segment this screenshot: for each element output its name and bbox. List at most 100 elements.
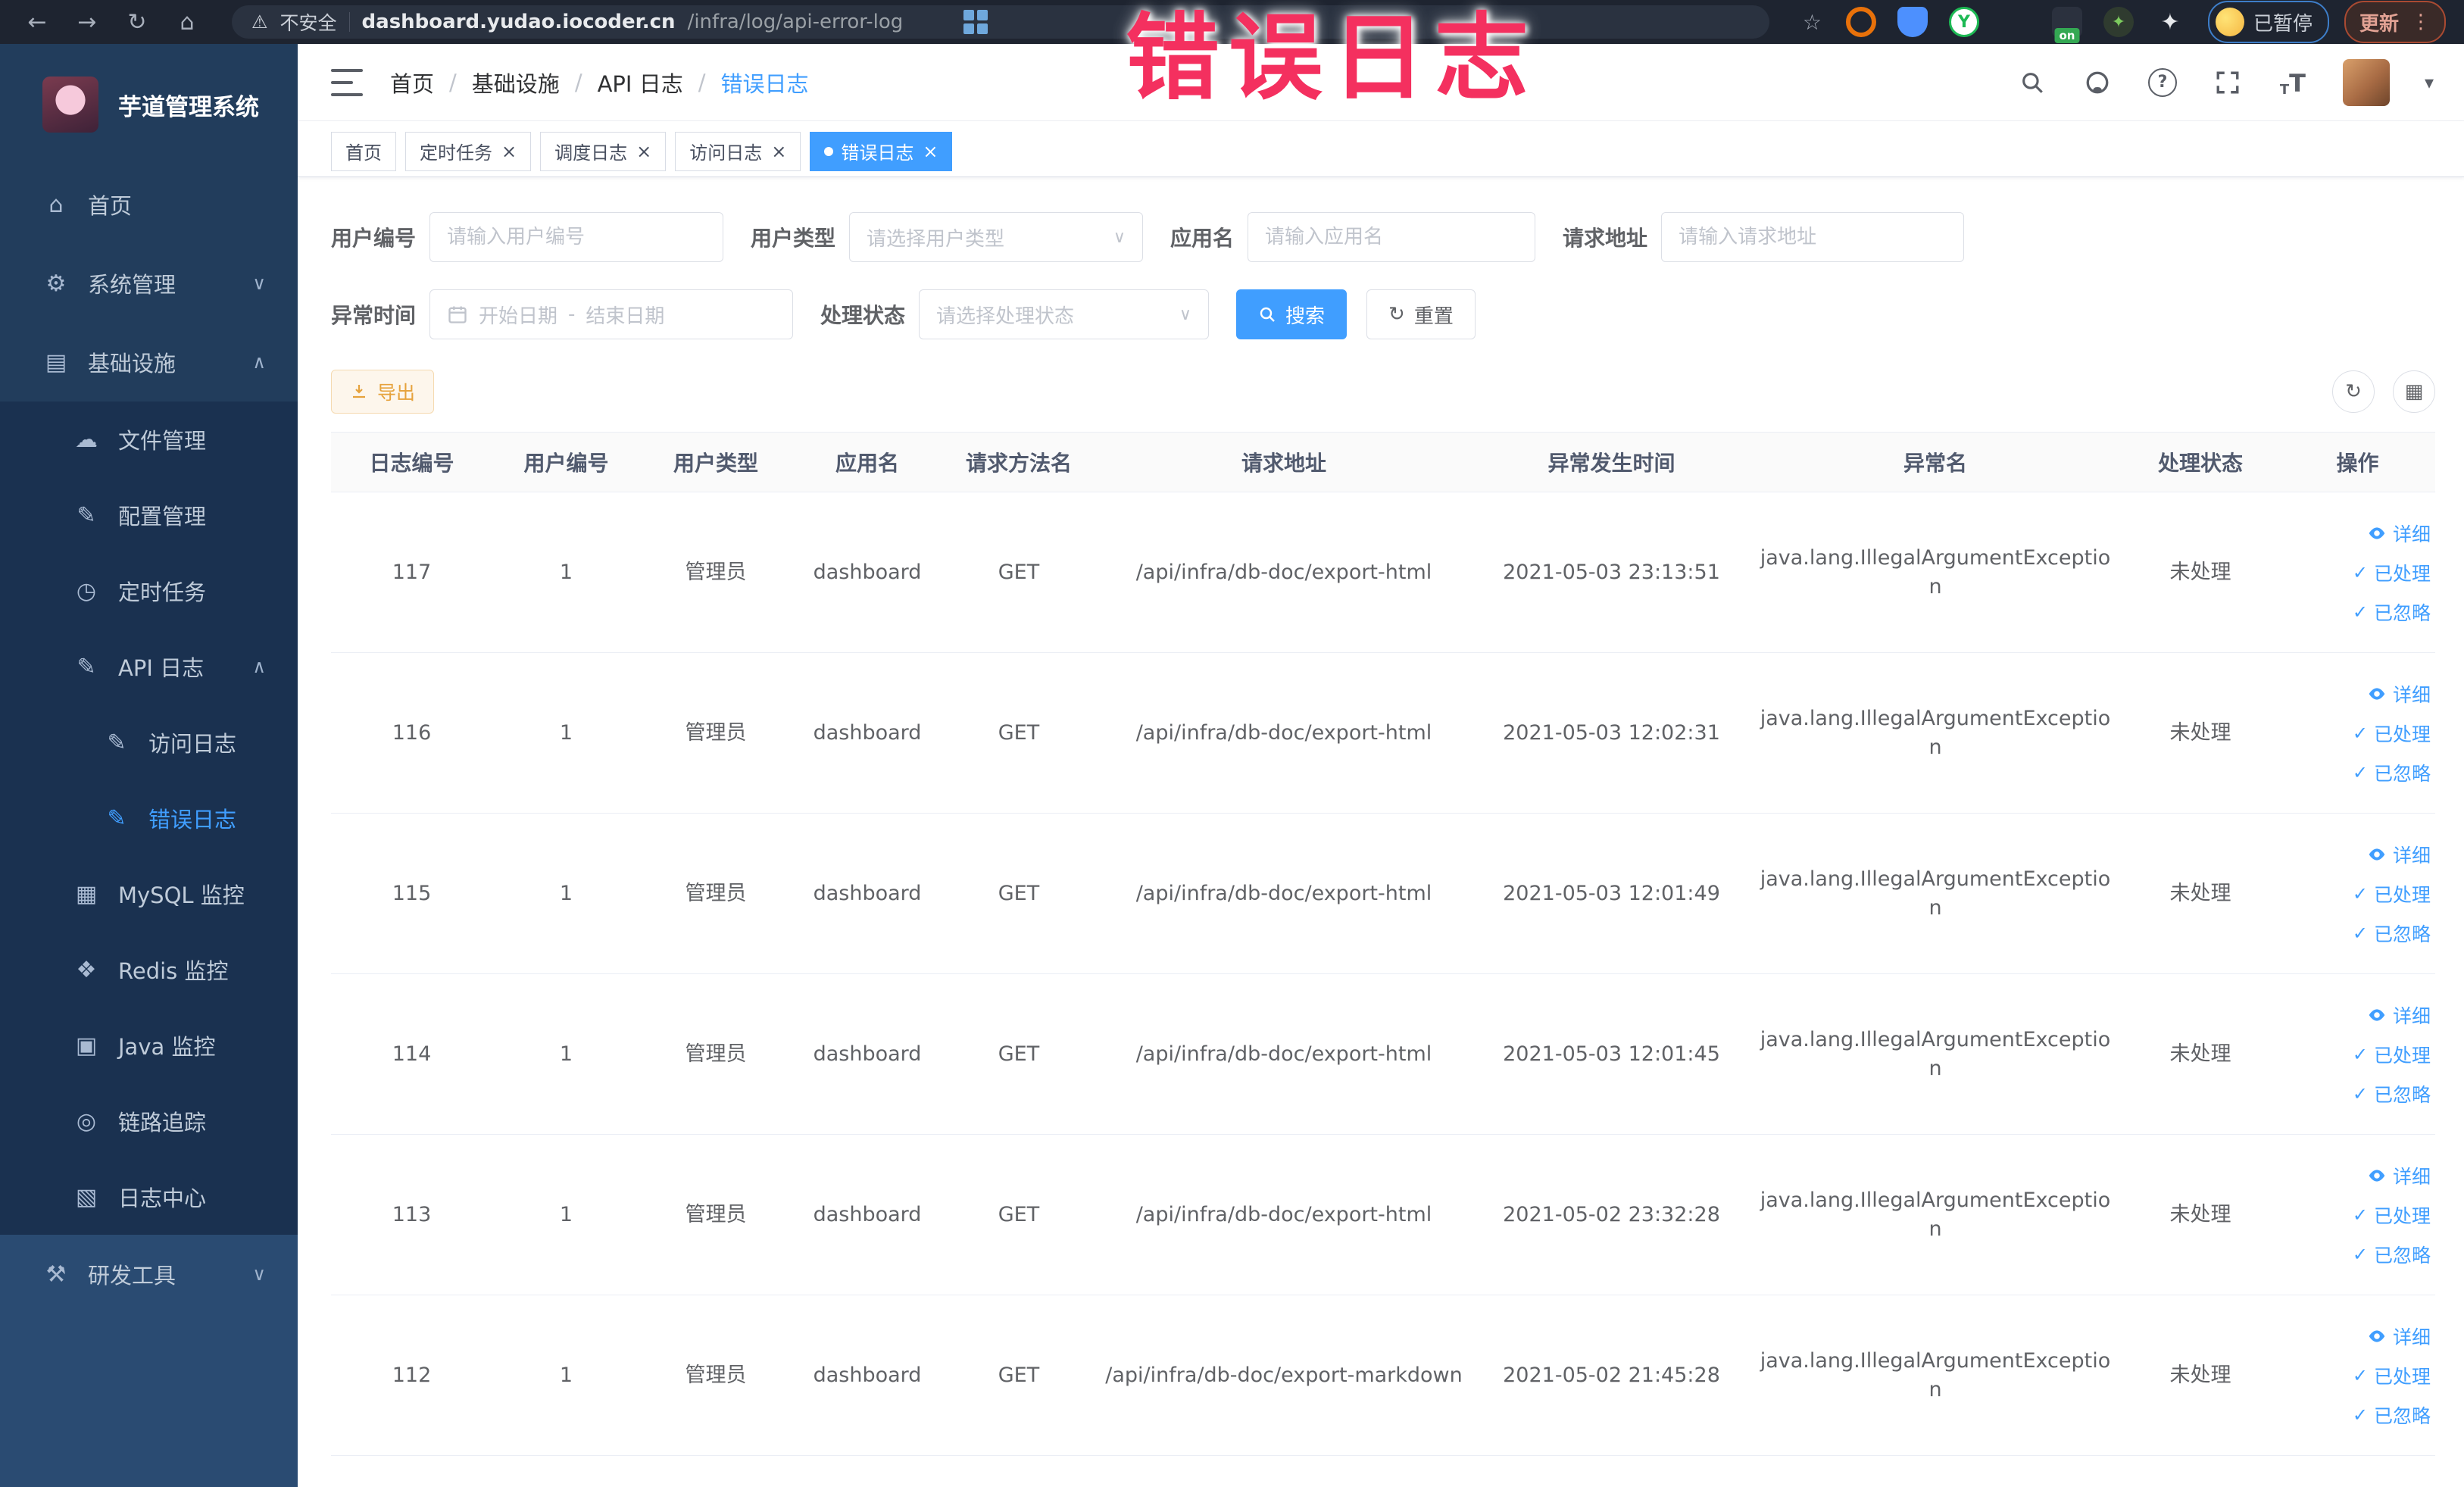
column-settings-button[interactable]: ▦ bbox=[2393, 370, 2435, 413]
mark-processed-link[interactable]: ✓ 已处理 bbox=[2353, 880, 2431, 908]
sidebar-item-home[interactable]: ⌂ 首页 bbox=[0, 165, 298, 244]
mark-processed-link[interactable]: ✓ 已处理 bbox=[2353, 1362, 2431, 1389]
detail-link[interactable]: 详细 bbox=[2367, 520, 2431, 547]
sidebar-item-system[interactable]: ⚙ 系统管理 ∨ bbox=[0, 244, 298, 323]
sidebar-item-java-monitor[interactable]: ▣ Java 监控 bbox=[0, 1007, 298, 1083]
breadcrumb-item[interactable]: 基础设施 bbox=[472, 67, 560, 98]
user-type-select[interactable]: 请选择用户类型 ∨ bbox=[849, 212, 1144, 262]
reset-button-icon: ↻ bbox=[1388, 303, 1405, 326]
fullscreen-icon[interactable] bbox=[2213, 67, 2243, 98]
help-icon[interactable]: ? bbox=[2147, 67, 2178, 98]
cell-operations: 详细 ✓ 已处理 ✓ 已忽略 bbox=[2280, 841, 2435, 947]
extension-pinwheel-icon[interactable]: ✦ bbox=[2155, 7, 2185, 37]
cell-error-time: 2021-05-02 23:32:28 bbox=[1503, 1202, 1720, 1226]
mark-ignored-link[interactable]: ✓ 已忽略 bbox=[2353, 1401, 2431, 1429]
sidebar-item-file-manage[interactable]: ☁ 文件管理 bbox=[0, 401, 298, 477]
view-tab[interactable]: 错误日志 × bbox=[810, 131, 953, 171]
detail-link[interactable]: 详细 bbox=[2367, 1323, 2431, 1350]
mark-ignored-link[interactable]: ✓ 已忽略 bbox=[2353, 1080, 2431, 1107]
view-tab-label: 错误日志 bbox=[841, 142, 914, 164]
close-icon[interactable]: × bbox=[923, 142, 938, 161]
back-icon[interactable]: ← bbox=[15, 9, 59, 36]
github-icon[interactable] bbox=[2082, 67, 2113, 98]
cell-user-type: 管理员 bbox=[685, 1363, 747, 1387]
user-id-input[interactable] bbox=[429, 212, 724, 262]
reload-icon[interactable]: ↻ bbox=[115, 9, 159, 36]
forward-icon[interactable]: → bbox=[65, 9, 109, 36]
mark-ignored-link[interactable]: ✓ 已忽略 bbox=[2353, 920, 2431, 947]
mark-processed-link[interactable]: ✓ 已处理 bbox=[2353, 559, 2431, 586]
status-select[interactable]: 请选择处理状态 ∨ bbox=[919, 289, 1210, 339]
sidebar-item-redis-monitor[interactable]: ❖ Redis 监控 bbox=[0, 932, 298, 1007]
column-header: 应用名 bbox=[835, 451, 899, 476]
sidebar-item-config-manage[interactable]: ✎ 配置管理 bbox=[0, 477, 298, 553]
cell-request-url: /api/infra/db-doc/export-html bbox=[1135, 560, 1432, 584]
extension-grid-icon[interactable] bbox=[963, 7, 2031, 37]
close-icon[interactable]: × bbox=[501, 142, 517, 161]
sidebar-item-log-center[interactable]: ▧ 日志中心 bbox=[0, 1159, 298, 1235]
sidebar-item-api-log[interactable]: ✎ API 日志 ∧ bbox=[0, 629, 298, 704]
extension-leaf-icon[interactable]: ✦ bbox=[2103, 7, 2134, 37]
search-button-label: 搜索 bbox=[1285, 305, 1326, 328]
export-button[interactable]: 导出 bbox=[331, 370, 435, 414]
mark-ignored-link[interactable]: ✓ 已忽略 bbox=[2353, 598, 2431, 626]
search-button[interactable]: 搜索 bbox=[1236, 289, 1348, 339]
sidebar-item-access-log[interactable]: ✎ 访问日志 bbox=[0, 704, 298, 780]
cell-exception-name: java.lang.IllegalArgumentException bbox=[1760, 545, 2111, 598]
sidebar-item-scheduled-jobs[interactable]: ◷ 定时任务 bbox=[0, 553, 298, 629]
detail-link[interactable]: 详细 bbox=[2367, 680, 2431, 708]
columns-icon: ▦ bbox=[2404, 380, 2424, 403]
view-tab[interactable]: 首页 bbox=[331, 131, 396, 171]
app-name-input[interactable] bbox=[1248, 212, 1536, 262]
search-icon[interactable] bbox=[2017, 67, 2047, 98]
sidebar-item-dev-tools[interactable]: ⚒ 研发工具 ∨ bbox=[0, 1235, 298, 1314]
sidebar-item-mysql-monitor[interactable]: ▦ MySQL 监控 bbox=[0, 856, 298, 932]
close-icon[interactable]: × bbox=[636, 142, 651, 161]
home-icon[interactable]: ⌂ bbox=[165, 9, 209, 36]
profile-paused-chip[interactable]: 已暂停 bbox=[2207, 1, 2329, 43]
mark-processed-link[interactable]: ✓ 已处理 bbox=[2353, 720, 2431, 747]
font-size-icon[interactable]: TT bbox=[2278, 67, 2308, 98]
view-tab-label: 调度日志 bbox=[554, 142, 628, 164]
check-icon: ✓ bbox=[2352, 561, 2368, 583]
mark-processed-link[interactable]: ✓ 已处理 bbox=[2353, 1041, 2431, 1068]
close-icon[interactable]: × bbox=[771, 142, 786, 161]
paused-label: 已暂停 bbox=[2253, 12, 2313, 36]
security-label: 不安全 bbox=[280, 12, 337, 34]
reset-button[interactable]: ↻ 重置 bbox=[1366, 289, 1476, 339]
detail-link[interactable]: 详细 bbox=[2367, 1162, 2431, 1189]
detail-link[interactable]: 详细 bbox=[2367, 1001, 2431, 1029]
mark-processed-link[interactable]: ✓ 已处理 bbox=[2353, 1201, 2431, 1229]
request-url-input[interactable] bbox=[1661, 212, 1965, 262]
sidebar-item-trace[interactable]: ◎ 链路追踪 bbox=[0, 1083, 298, 1159]
extension-orange-ring-icon[interactable] bbox=[1845, 7, 1876, 37]
view-tab[interactable]: 访问日志 × bbox=[675, 131, 801, 171]
extension-on-badge-icon[interactable]: on bbox=[2051, 7, 2082, 43]
user-type-label: 用户类型 bbox=[751, 226, 836, 251]
browser-menu-icon[interactable]: ⋮ bbox=[2411, 11, 2431, 33]
mark-ignored-link[interactable]: ✓ 已忽略 bbox=[2353, 759, 2431, 786]
home-icon: ⌂ bbox=[48, 191, 64, 218]
breadcrumb-item[interactable]: API 日志 bbox=[598, 67, 683, 98]
refresh-button[interactable]: ↻ bbox=[2332, 370, 2375, 413]
cell-method: GET bbox=[998, 1363, 1040, 1387]
cell-exception-name: java.lang.IllegalArgumentException bbox=[1760, 1348, 2111, 1401]
view-tab[interactable]: 调度日志 × bbox=[540, 131, 667, 171]
sidebar-item-infra[interactable]: ▤ 基础设施 ∧ bbox=[0, 323, 298, 401]
sidebar-item-error-log[interactable]: ✎ 错误日志 bbox=[0, 780, 298, 856]
extension-shield-icon[interactable] bbox=[1897, 7, 1928, 37]
extension-green-y-icon[interactable]: Y bbox=[1948, 7, 1979, 37]
date-range-input[interactable]: 开始日期 - 结束日期 bbox=[429, 289, 794, 339]
user-id-label: 用户编号 bbox=[331, 226, 417, 251]
view-tab[interactable]: 定时任务 × bbox=[405, 131, 532, 171]
avatar-caret-down-icon[interactable]: ▾ bbox=[2425, 72, 2434, 93]
bookmark-star-icon[interactable]: ☆ bbox=[1803, 10, 1822, 35]
user-avatar[interactable] bbox=[2342, 58, 2390, 106]
detail-link[interactable]: 详细 bbox=[2367, 841, 2431, 868]
update-button[interactable]: 更新 ⋮ bbox=[2344, 1, 2446, 43]
mark-ignored-link[interactable]: ✓ 已忽略 bbox=[2353, 1241, 2431, 1268]
download-icon bbox=[350, 383, 368, 401]
collapse-sidebar-icon[interactable] bbox=[331, 68, 363, 96]
breadcrumb-item[interactable]: 错误日志 bbox=[720, 67, 808, 98]
breadcrumb-item[interactable]: 首页 bbox=[390, 67, 434, 98]
